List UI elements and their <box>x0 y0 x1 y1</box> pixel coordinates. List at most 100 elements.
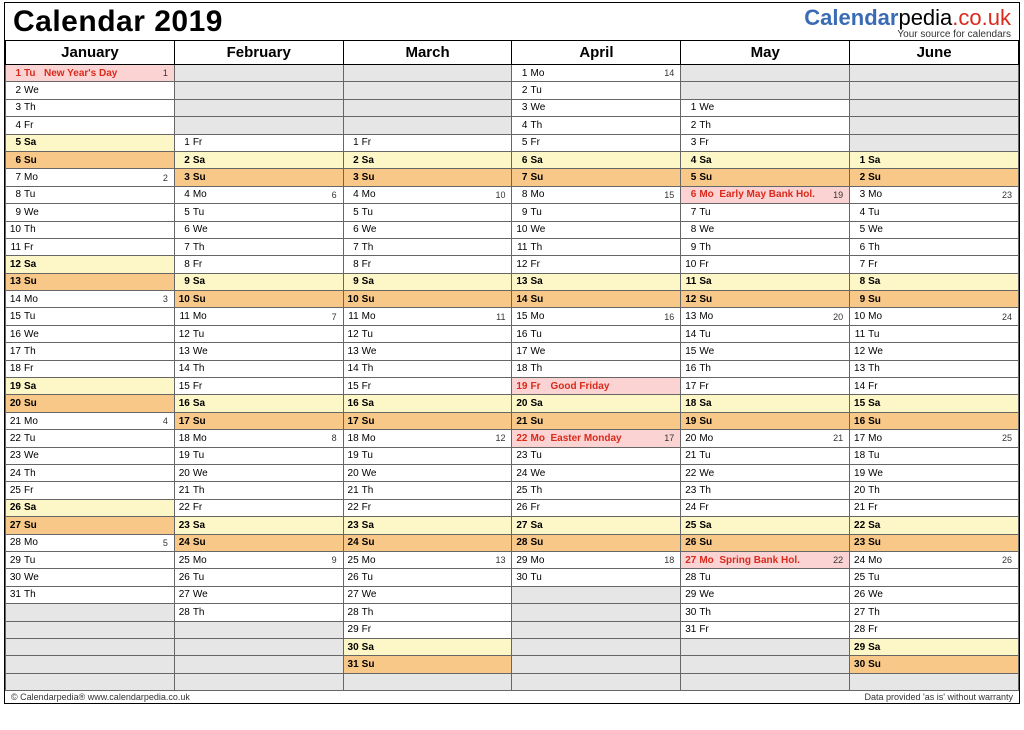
week-number: 4 <box>163 416 170 426</box>
holiday-label: Spring Bank Hol. <box>719 555 800 566</box>
day-cell <box>6 638 175 655</box>
day-cell: 18Tu <box>850 447 1019 464</box>
month-header: January <box>6 41 175 65</box>
day-cell: 20Su <box>6 395 175 412</box>
day-cell <box>343 82 512 99</box>
day-cell: 11Mo11 <box>343 308 512 325</box>
day-cell: 16Su <box>850 412 1019 429</box>
day-cell <box>681 82 850 99</box>
day-cell: 23We <box>6 447 175 464</box>
day-cell: 14Th <box>174 360 343 377</box>
week-number: 26 <box>1002 555 1014 565</box>
day-cell: 6Su <box>6 151 175 168</box>
day-cell: 24Fr <box>681 499 850 516</box>
day-cell: 9Sa <box>343 273 512 290</box>
day-cell: 28Th <box>343 604 512 621</box>
day-cell: 6Th <box>850 238 1019 255</box>
week-number: 25 <box>1002 433 1014 443</box>
day-cell <box>850 117 1019 134</box>
day-cell: 12Sa <box>6 256 175 273</box>
day-cell: 10We <box>512 221 681 238</box>
calendar-grid: JanuaryFebruaryMarchAprilMayJune 1Tu New… <box>5 40 1019 691</box>
week-number: 10 <box>495 190 507 200</box>
day-cell: 11Th <box>512 238 681 255</box>
day-cell: 20Th <box>850 482 1019 499</box>
day-cell: 31Fr <box>681 621 850 638</box>
day-cell: 22Mo Easter Monday17 <box>512 430 681 447</box>
day-cell: 17We <box>512 343 681 360</box>
week-number: 14 <box>664 68 676 78</box>
day-cell: 17Fr <box>681 378 850 395</box>
day-cell: 12Su <box>681 291 850 308</box>
day-cell: 14Th <box>343 360 512 377</box>
day-cell: 14Tu <box>681 325 850 342</box>
day-cell: 3Su <box>174 169 343 186</box>
day-cell: 28Su <box>512 534 681 551</box>
day-cell <box>6 673 175 690</box>
day-cell <box>681 673 850 690</box>
day-cell: 26Tu <box>174 569 343 586</box>
day-cell <box>174 673 343 690</box>
brand-logo: Calendarpedia.co.uk Your source for cale… <box>804 5 1011 40</box>
day-cell <box>681 65 850 82</box>
week-number: 6 <box>332 190 339 200</box>
day-cell: 2Tu <box>512 82 681 99</box>
week-number: 16 <box>664 312 676 322</box>
day-cell: 8Sa <box>850 273 1019 290</box>
week-number: 5 <box>163 538 170 548</box>
day-cell: 28Th <box>174 604 343 621</box>
day-cell <box>850 82 1019 99</box>
day-cell: 21Mo4 <box>6 412 175 429</box>
day-cell: 15Fr <box>174 378 343 395</box>
day-cell: 18Sa <box>681 395 850 412</box>
day-cell: 21Th <box>174 482 343 499</box>
day-cell: 14Fr <box>850 378 1019 395</box>
day-cell: 30Th <box>681 604 850 621</box>
day-cell: 11Tu <box>850 325 1019 342</box>
day-cell: 25Mo9 <box>174 551 343 568</box>
day-cell: 31Su <box>343 656 512 673</box>
day-cell: 29Mo18 <box>512 551 681 568</box>
day-cell <box>850 65 1019 82</box>
day-cell: 27Sa <box>512 517 681 534</box>
day-cell: 14Su <box>512 291 681 308</box>
day-cell: 9Th <box>681 238 850 255</box>
day-cell: 29Fr <box>343 621 512 638</box>
day-cell: 15Fr <box>343 378 512 395</box>
day-cell: 4Th <box>512 117 681 134</box>
day-cell: 3Fr <box>681 134 850 151</box>
day-cell: 8Mo15 <box>512 186 681 203</box>
day-cell: 17Su <box>174 412 343 429</box>
day-cell: 7Th <box>174 238 343 255</box>
week-number: 12 <box>495 433 507 443</box>
day-cell: 23Tu <box>512 447 681 464</box>
day-cell: 12Tu <box>343 325 512 342</box>
day-cell: 5Sa <box>6 134 175 151</box>
day-cell: 25Sa <box>681 517 850 534</box>
day-cell: 26Su <box>681 534 850 551</box>
day-cell <box>6 604 175 621</box>
header: Calendar 2019 Calendarpedia.co.uk Your s… <box>5 3 1019 40</box>
day-cell: 22Fr <box>174 499 343 516</box>
day-cell: 13Mo20 <box>681 308 850 325</box>
day-cell: 21Fr <box>850 499 1019 516</box>
day-cell <box>512 604 681 621</box>
day-cell: 12Tu <box>174 325 343 342</box>
footer-disclaimer: Data provided 'as is' without warranty <box>864 692 1013 702</box>
day-cell: 21Th <box>343 482 512 499</box>
week-number: 23 <box>1002 190 1014 200</box>
day-cell: 3Th <box>6 99 175 116</box>
day-cell <box>174 656 343 673</box>
day-cell: 23Sa <box>343 517 512 534</box>
day-cell: 30Tu <box>512 569 681 586</box>
day-cell: 18Mo8 <box>174 430 343 447</box>
day-cell: 27Su <box>6 517 175 534</box>
day-cell <box>6 621 175 638</box>
day-cell: 18Mo12 <box>343 430 512 447</box>
week-number: 21 <box>833 433 845 443</box>
day-cell: 10Th <box>6 221 175 238</box>
day-cell: 11Mo7 <box>174 308 343 325</box>
day-cell: 5Fr <box>512 134 681 151</box>
day-cell: 25Mo13 <box>343 551 512 568</box>
day-cell: 8Fr <box>174 256 343 273</box>
